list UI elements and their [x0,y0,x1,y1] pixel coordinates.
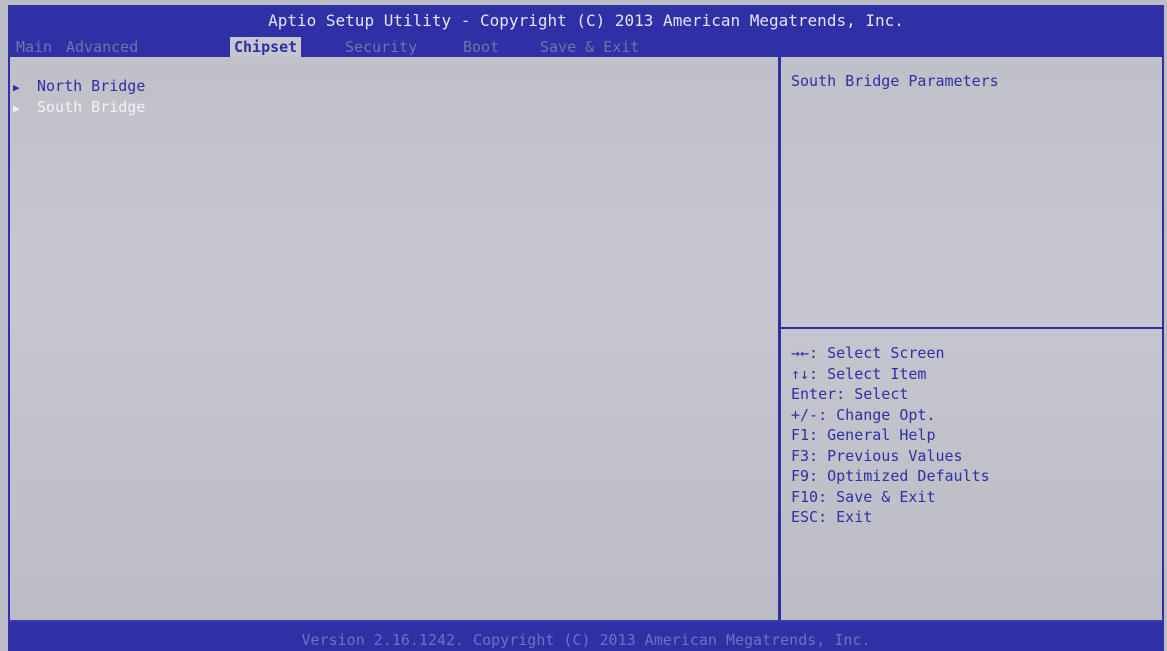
triangle-right-icon: ▶ [13,102,20,115]
menu-item-label: South Bridge [37,98,146,116]
key-general-help: F1: General Help [791,426,936,444]
tab-chipset[interactable]: Chipset [230,37,302,57]
key-esc-exit: ESC: Exit [791,508,873,526]
tab-security[interactable]: Security [345,37,417,57]
footer-bar: Version 2.16.1242. Copyright (C) 2013 Am… [8,620,1164,651]
menu-item-label: North Bridge [37,77,146,95]
key-select-screen: →←: Select Screen [791,344,945,362]
tab-bar: Main Advanced Chipset Security Boot Save… [8,37,1164,57]
menu-item-north-bridge[interactable]: ▶ North Bridge [13,75,145,97]
key-legend: →←: Select Screen ↑↓: Select Item Enter:… [791,343,990,528]
tab-save-exit[interactable]: Save & Exit [540,37,639,57]
tab-boot[interactable]: Boot [463,37,499,57]
key-optimized-defaults: F9: Optimized Defaults [791,467,990,485]
tab-main[interactable]: Main [16,37,52,57]
version-text: Version 2.16.1242. Copyright (C) 2013 Am… [301,631,871,649]
tab-advanced[interactable]: Advanced [66,37,138,57]
item-help-text: South Bridge Parameters [791,72,999,90]
key-change-opt: +/-: Change Opt. [791,405,936,424]
help-separator [781,327,1162,329]
key-select-item: ↑↓: Select Item [791,364,927,383]
main-panel: ▶ North Bridge ▶ South Bridge South Bridge… [8,57,1164,620]
header-bar: Aptio Setup Utility - Copyright (C) 2013… [8,5,1164,57]
key-save-exit: F10: Save & Exit [791,487,936,506]
bios-title: Aptio Setup Utility - Copyright (C) 2013… [268,11,904,30]
key-previous-values: F3: Previous Values [791,446,963,465]
help-pane: South Bridge Parameters →←: Select Scree… [781,57,1162,620]
menu-pane: ▶ North Bridge ▶ South Bridge [10,57,778,620]
menu-item-south-bridge[interactable]: ▶ South Bridge [13,96,145,118]
key-enter-select: Enter: Select [791,385,909,403]
